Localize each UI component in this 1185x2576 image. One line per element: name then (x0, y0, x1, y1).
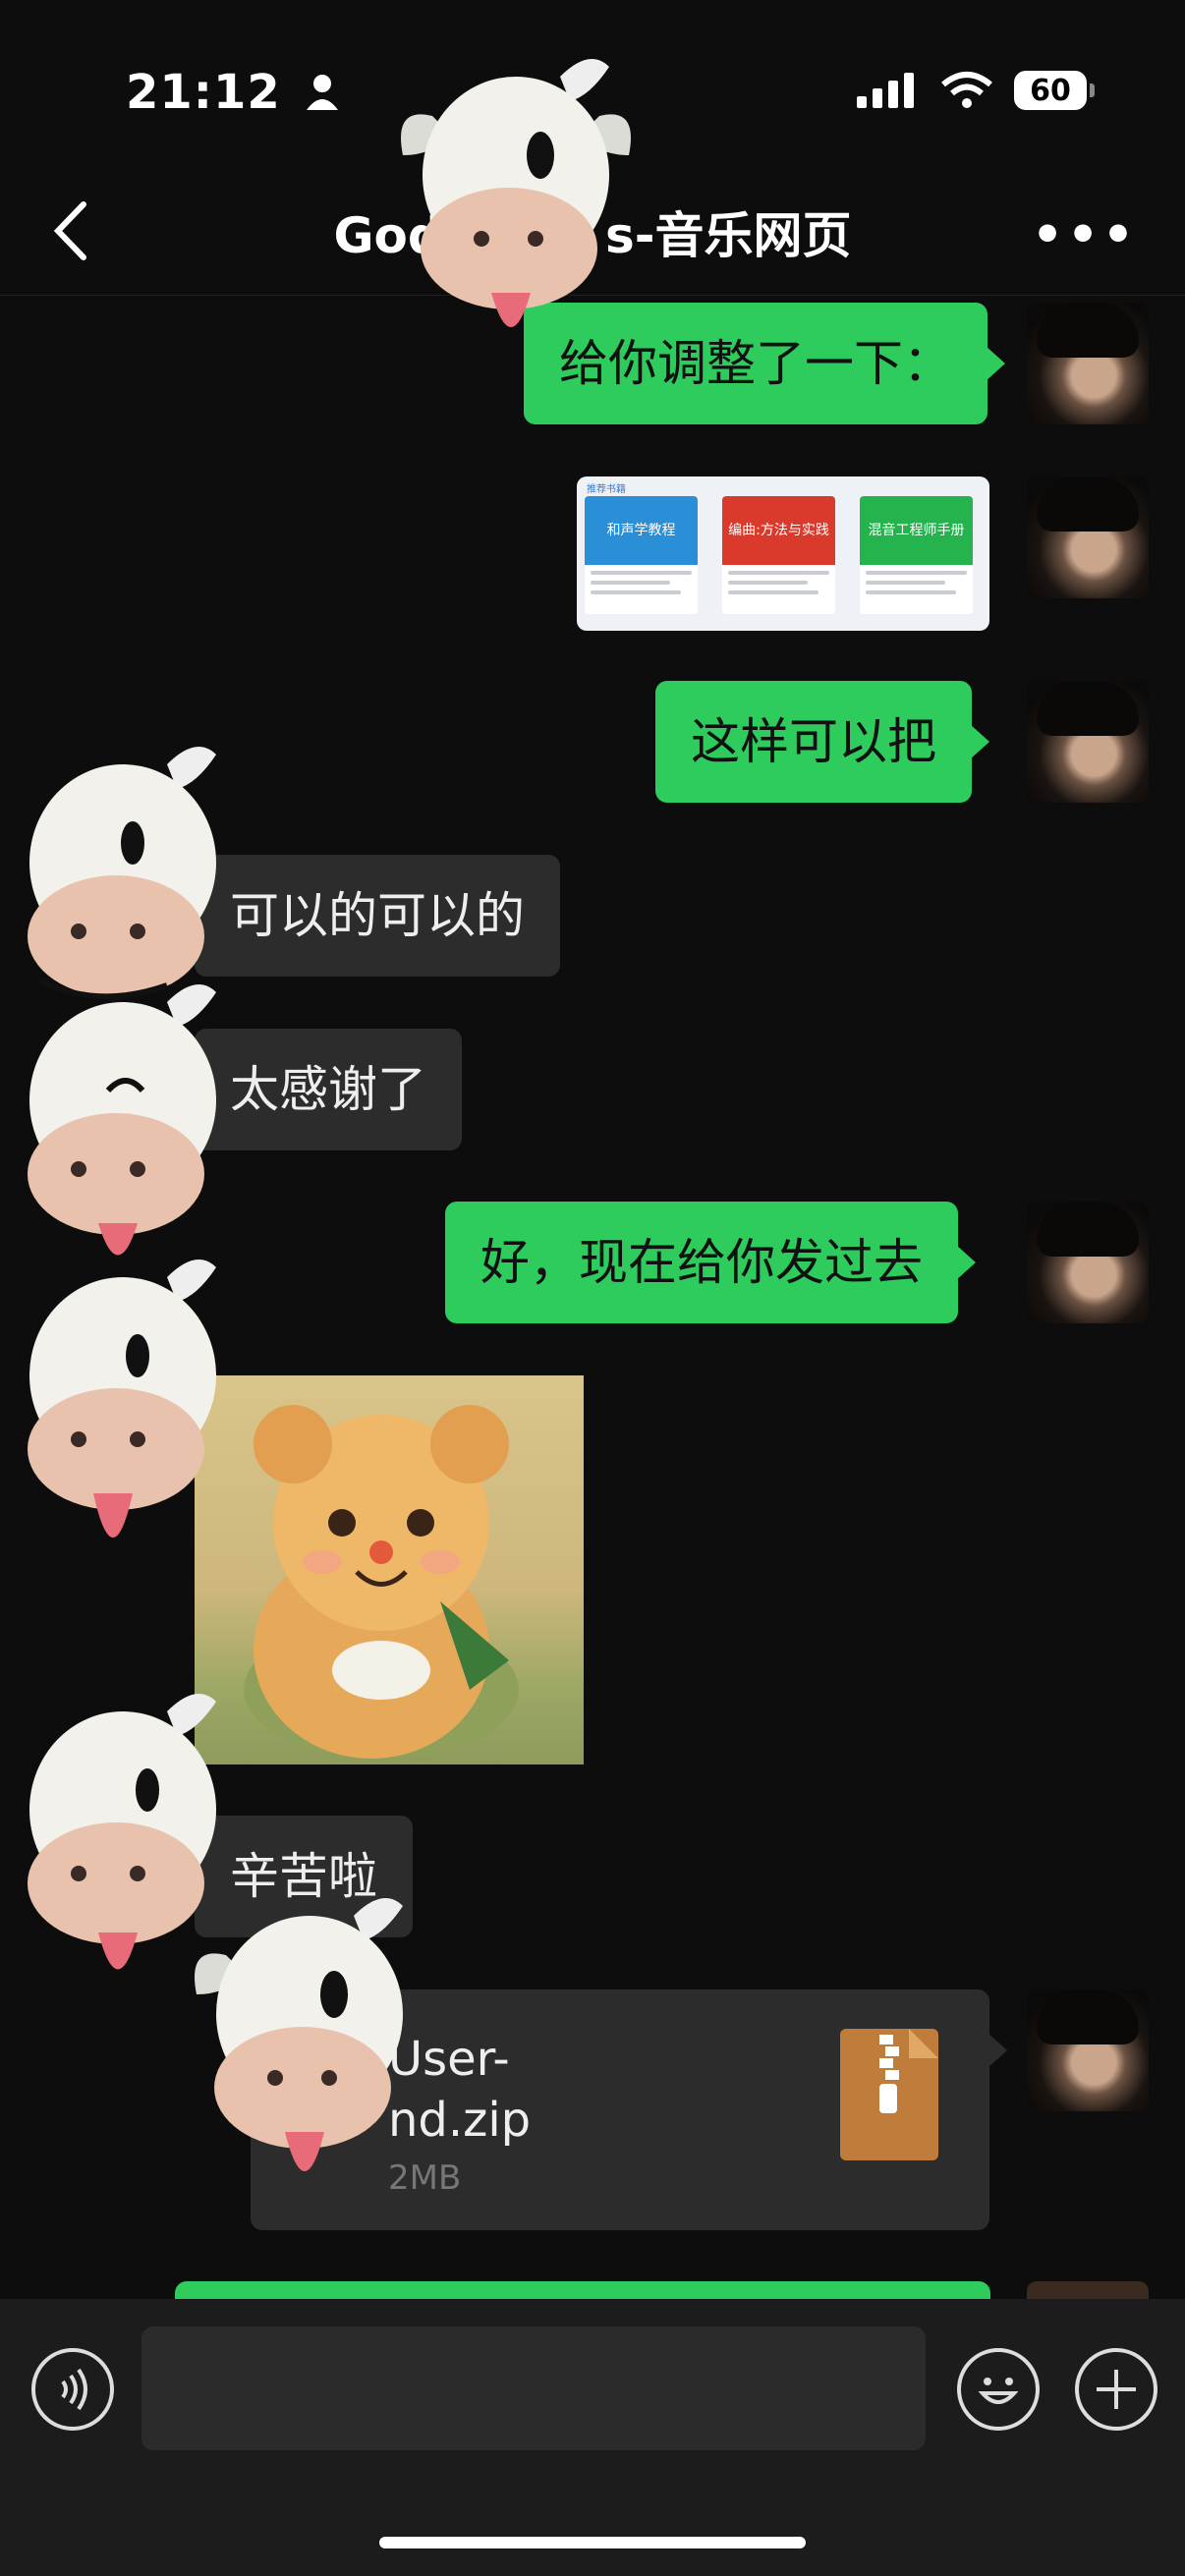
battery-indicator: 60 (1014, 71, 1095, 110)
cow-emoji-icon (401, 59, 631, 327)
home-indicator[interactable] (379, 2537, 806, 2548)
zip-file-icon (840, 2029, 938, 2160)
book-title: 混音工程师手册 (868, 522, 965, 538)
book-title: 编曲:方法与实践 (728, 522, 829, 538)
message-outgoing[interactable]: 这样可以把 (655, 681, 989, 803)
more-icon[interactable]: ••• (1032, 206, 1138, 263)
message-outgoing[interactable]: 好，现在给你发过去 (445, 1202, 976, 1323)
status-icons: 60 (857, 71, 1095, 110)
image-message[interactable]: 推荐书籍 和声学教程 编曲:方法与实践 混音工程师手册 (577, 476, 989, 631)
avatar[interactable] (1027, 1989, 1149, 2111)
book-card: 混音工程师手册 (860, 496, 973, 614)
person-icon (306, 75, 338, 110)
cow-emoji-icon (195, 1898, 403, 2171)
status-time: 21:12 (126, 65, 340, 120)
wifi-icon (941, 72, 992, 108)
avatar[interactable] (1027, 476, 1149, 598)
avatar[interactable] (1027, 2281, 1149, 2299)
cow-emoji-icon (28, 1260, 216, 1538)
cow-emoji-icon (28, 984, 216, 1256)
book-card: 编曲:方法与实践 (722, 496, 835, 614)
signal-icon (857, 73, 914, 108)
message-incoming[interactable]: 可以的可以的 (195, 855, 560, 977)
avatar[interactable] (1027, 303, 1149, 424)
message-input[interactable] (141, 2326, 926, 2450)
card-header: 推荐书籍 (587, 484, 626, 495)
plus-icon[interactable] (1075, 2348, 1157, 2431)
bear-sticker-image[interactable] (195, 1375, 584, 1764)
voice-icon[interactable] (31, 2348, 114, 2431)
avatar[interactable] (1027, 1202, 1149, 1323)
book-card: 和声学教程 (585, 496, 698, 614)
avatar[interactable] (1027, 681, 1149, 803)
book-title: 和声学教程 (606, 522, 676, 538)
emoji-icon[interactable] (957, 2348, 1040, 2431)
